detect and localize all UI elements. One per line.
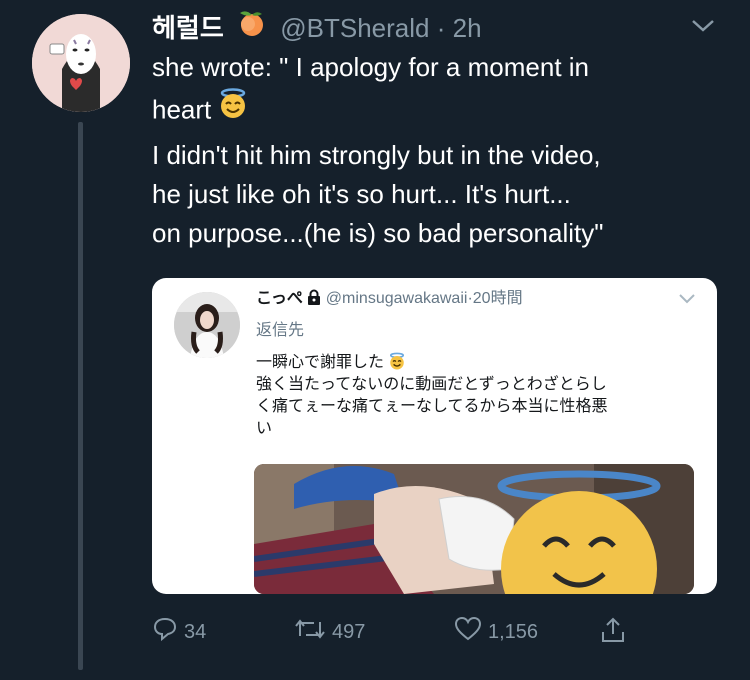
reply-to-label[interactable]: 返信先 xyxy=(256,316,304,340)
smiling-face-with-halo-icon xyxy=(384,352,406,371)
tweet-text-line: on purpose...(he is) so bad personality" xyxy=(152,218,604,248)
tweet-text-line: he just like oh it's so hurt... It's hur… xyxy=(152,179,571,209)
like-button[interactable]: 1,156 xyxy=(454,616,538,648)
tweet-header: 헤럴드 @BTSherald · 2h xyxy=(152,8,482,52)
tweet-text-line: heart xyxy=(152,87,712,136)
thread-line xyxy=(78,122,83,670)
quoted-tweet-header: こっぺ @minsugawakawaii·20時間 xyxy=(256,288,523,310)
reply-icon xyxy=(152,616,184,648)
reply-count: 34 xyxy=(184,620,207,643)
tweet-actions: 34 497 1,156 xyxy=(152,616,692,656)
quoted-tweet-time[interactable]: 20時間 xyxy=(473,290,523,307)
smiling-face-with-halo-icon xyxy=(217,87,249,130)
heart-icon xyxy=(454,616,488,648)
quoted-author-handle[interactable]: @minsugawakawaii xyxy=(326,290,468,307)
quoted-text-fragment: 一瞬心で謝罪した xyxy=(256,354,385,371)
tweet-text: she wrote: " I apology for a moment in h… xyxy=(152,48,712,253)
quoted-tweet-card[interactable]: こっぺ @minsugawakawaii·20時間 返信先 一瞬心で謝罪した 強… xyxy=(152,278,717,594)
quoted-author-avatar[interactable] xyxy=(174,292,240,358)
author-handle[interactable]: @BTSherald xyxy=(280,13,429,43)
peach-emoji-icon xyxy=(237,8,267,48)
quoted-tweet-text: 一瞬心で謝罪した 強く当たってないのに動画だとずっとわざとらし く痛てぇーな痛て… xyxy=(256,352,696,440)
reply-button[interactable]: 34 xyxy=(152,616,206,648)
share-button[interactable] xyxy=(600,616,632,650)
author-name[interactable]: 헤럴드 xyxy=(152,13,224,43)
retweet-count: 497 xyxy=(332,620,366,643)
quoted-text-line: い xyxy=(256,420,273,437)
lock-icon xyxy=(307,289,325,307)
separator: · xyxy=(436,13,446,43)
tweet-text-line: she wrote: " I apology for a moment in xyxy=(152,52,589,82)
quoted-text-line: く痛てぇーな痛てぇーなしてるから本当に性格悪 xyxy=(256,398,608,415)
quoted-media-image[interactable] xyxy=(254,464,694,594)
tweet-time[interactable]: 2h xyxy=(453,13,482,43)
quoted-text-line: 一瞬心で謝罪した xyxy=(256,352,696,374)
tweet-text-line: I didn't hit him strongly but in the vid… xyxy=(152,140,601,170)
retweet-icon xyxy=(294,616,332,648)
tweet-text-fragment: heart xyxy=(152,94,212,125)
chevron-down-icon[interactable] xyxy=(678,292,696,310)
author-avatar[interactable] xyxy=(32,14,130,112)
share-icon xyxy=(600,616,632,650)
chevron-down-icon[interactable] xyxy=(690,18,716,39)
like-count: 1,156 xyxy=(488,620,539,643)
retweet-button[interactable]: 497 xyxy=(294,616,365,648)
quoted-text-line: 強く当たってないのに動画だとずっとわざとらし xyxy=(256,376,607,393)
quoted-author-name[interactable]: こっぺ xyxy=(256,290,303,307)
